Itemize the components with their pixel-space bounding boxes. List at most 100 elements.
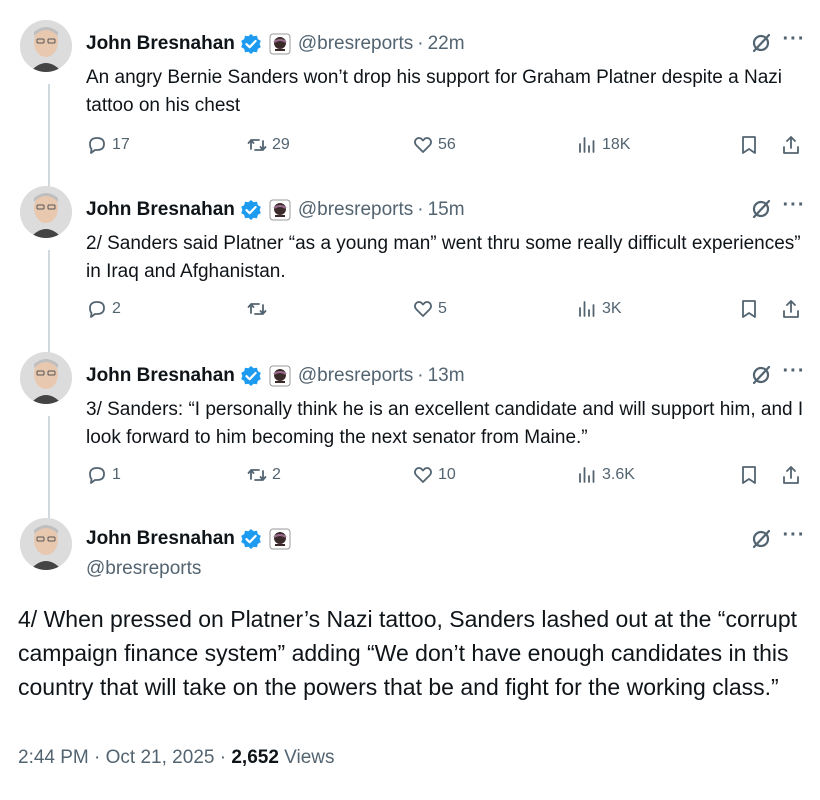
repost-count: 2 <box>272 466 281 483</box>
tweet[interactable]: John Bresnahan @bresreports · 13m ··· 3/… <box>0 352 820 502</box>
affiliation-badge-icon[interactable] <box>269 199 291 221</box>
share-button[interactable] <box>780 298 802 320</box>
author-handle[interactable]: @bresreports <box>298 365 413 387</box>
avatar-image <box>20 352 72 404</box>
separator-dot: · <box>417 365 424 386</box>
views-label: Views <box>284 747 335 768</box>
tweet-time[interactable]: 13m <box>428 365 465 387</box>
affiliation-badge-icon[interactable] <box>269 33 291 55</box>
tweet-header: John Bresnahan @bresreports · 22m <box>86 32 465 56</box>
avatar[interactable] <box>20 518 72 570</box>
bookmark-button[interactable] <box>738 298 760 320</box>
repost-button[interactable]: 29 <box>246 134 290 156</box>
tweet-text: 3/ Sanders: “I personally think he is an… <box>86 399 804 448</box>
verified-badge-icon <box>240 33 262 55</box>
avatar[interactable] <box>20 352 72 404</box>
like-icon <box>414 301 432 317</box>
views-button[interactable]: 3K <box>576 298 622 320</box>
verified-badge-icon <box>240 365 262 387</box>
repost-button[interactable] <box>246 298 272 320</box>
repost-count: 29 <box>272 136 290 153</box>
grok-icon[interactable] <box>750 198 772 220</box>
bookmark-icon <box>742 300 756 318</box>
reply-count: 2 <box>112 300 121 317</box>
views-count: 3K <box>602 300 622 317</box>
author-name[interactable]: John Bresnahan <box>86 199 235 221</box>
bookmark-icon <box>742 466 756 484</box>
more-icon[interactable]: ··· <box>782 29 806 54</box>
tweet[interactable]: John Bresnahan @bresreports · 22m ··· An… <box>0 20 820 170</box>
bookmark-icon <box>742 136 756 154</box>
share-icon <box>783 136 799 154</box>
tweet-meta: 2:44 PM · Oct 21, 2025 · 2,652 Views <box>18 747 335 769</box>
like-button[interactable]: 10 <box>412 464 456 486</box>
share-button[interactable] <box>780 464 802 486</box>
tweet-header: John Bresnahan @bresreports <box>86 526 291 580</box>
like-button[interactable]: 5 <box>412 298 447 320</box>
tweet[interactable]: John Bresnahan @bresreports · 15m ··· 2/… <box>0 186 820 336</box>
like-icon <box>414 467 432 483</box>
more-icon[interactable]: ··· <box>782 525 806 550</box>
reply-icon <box>89 467 105 484</box>
share-icon <box>783 300 799 318</box>
like-button[interactable]: 56 <box>412 134 456 156</box>
views-count: 18K <box>602 136 631 153</box>
like-count: 10 <box>438 466 456 483</box>
bookmark-button[interactable] <box>738 464 760 486</box>
tweet-time[interactable]: 2:44 PM <box>18 747 89 768</box>
reply-button[interactable]: 17 <box>86 134 130 156</box>
views-icon <box>579 467 595 483</box>
separator-dot: · <box>417 33 424 54</box>
tweet-actions: 2 5 3K <box>86 298 806 324</box>
repost-button[interactable]: 2 <box>246 464 281 486</box>
tweet-text: 4/ When pressed on Platner’s Nazi tattoo… <box>18 606 798 700</box>
author-handle[interactable]: @bresreports <box>298 33 413 55</box>
repost-icon <box>247 469 267 481</box>
reply-icon <box>89 137 105 154</box>
reply-button[interactable]: 1 <box>86 464 121 486</box>
share-button[interactable] <box>780 134 802 156</box>
tweet-actions: 17 29 56 18K <box>86 134 806 160</box>
views-count: 2,652 <box>231 747 279 768</box>
verified-badge-icon <box>240 528 262 550</box>
views-button[interactable]: 18K <box>576 134 630 156</box>
tweet-time[interactable]: 22m <box>428 33 465 55</box>
separator-dot: · <box>417 199 424 220</box>
verified-badge-icon <box>240 199 262 221</box>
affiliation-badge-icon[interactable] <box>269 528 291 550</box>
reply-button[interactable]: 2 <box>86 298 121 320</box>
author-name[interactable]: John Bresnahan <box>86 528 235 550</box>
views-button[interactable]: 3.6K <box>576 464 635 486</box>
detail-tweet: John Bresnahan @bresreports ··· 4/ When … <box>0 518 820 800</box>
reply-count: 17 <box>112 136 130 153</box>
author-handle[interactable]: @bresreports <box>298 199 413 221</box>
reply-count: 1 <box>112 466 121 483</box>
grok-icon[interactable] <box>750 364 772 386</box>
tweet-header: John Bresnahan @bresreports · 13m <box>86 364 465 388</box>
like-count: 5 <box>438 300 447 317</box>
repost-icon <box>247 303 267 315</box>
affiliation-badge-icon[interactable] <box>269 365 291 387</box>
more-icon[interactable]: ··· <box>782 195 806 220</box>
grok-icon[interactable] <box>750 528 772 550</box>
tweet-text: 2/ Sanders said Platner “as a young man”… <box>86 233 801 282</box>
author-handle[interactable]: @bresreports <box>86 558 291 580</box>
avatar[interactable] <box>20 186 72 238</box>
reply-icon <box>89 301 105 318</box>
tweet-date[interactable]: Oct 21, 2025 <box>106 747 215 768</box>
views-icon <box>579 137 595 153</box>
more-icon[interactable]: ··· <box>782 361 806 386</box>
avatar[interactable] <box>20 20 72 72</box>
tweet-actions: 1 2 10 3.6K <box>86 464 806 490</box>
separator-dot: · <box>94 747 106 768</box>
views-count: 3.6K <box>602 466 635 483</box>
author-name[interactable]: John Bresnahan <box>86 365 235 387</box>
tweet-header: John Bresnahan @bresreports · 15m <box>86 198 465 222</box>
avatar-image <box>20 518 72 570</box>
repost-icon <box>247 139 267 151</box>
tweet-time[interactable]: 15m <box>428 199 465 221</box>
author-name[interactable]: John Bresnahan <box>86 33 235 55</box>
bookmark-button[interactable] <box>738 134 760 156</box>
separator-dot: · <box>219 747 232 768</box>
grok-icon[interactable] <box>750 32 772 54</box>
